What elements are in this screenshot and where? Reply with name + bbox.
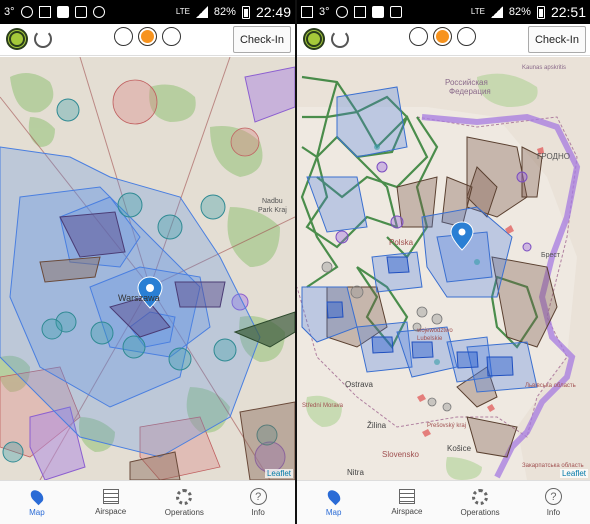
- map-label-grodno: ГРОДНО: [537, 152, 570, 161]
- nav-operations[interactable]: Operations: [148, 481, 222, 524]
- app-toolbar: Check-In: [0, 24, 295, 56]
- map-view[interactable]: Warszawa Nadbu Park Kraj Leaflet: [0, 57, 295, 480]
- map-label-lubelskie: Lubelskie: [417, 336, 443, 342]
- nav-label: Operations: [164, 507, 204, 517]
- mode-option-1[interactable]: [409, 27, 428, 46]
- map-label-lviv: Львівська область: [525, 383, 576, 389]
- nav-map[interactable]: Map: [0, 481, 74, 524]
- nav-operations[interactable]: Operations: [444, 481, 517, 524]
- nav-label: Airspace: [391, 507, 423, 516]
- status-bar: 3° LTE 82% 22:51: [297, 0, 590, 24]
- clock: 22:51: [550, 4, 586, 20]
- app-toolbar: Check-In: [297, 24, 590, 56]
- network-label: LTE: [470, 7, 485, 16]
- mode-option-3[interactable]: [162, 27, 181, 46]
- map-label-nadbu: Nadbu: [262, 198, 283, 205]
- map-label-kosice: Košice: [447, 444, 472, 453]
- map-label-warszawa: Warszawa: [118, 293, 160, 303]
- map-label-wojewodztwo: wojewodztwo: [416, 328, 453, 334]
- phone-icon: [74, 6, 87, 18]
- battery-percent: 82%: [508, 6, 531, 18]
- app-icon: [56, 6, 69, 18]
- temperature-text: 3°: [4, 6, 15, 18]
- nav-label: Info: [251, 508, 265, 517]
- nav-label: Info: [546, 508, 561, 517]
- app-logo-icon[interactable]: [303, 28, 325, 50]
- mode-option-3[interactable]: [457, 27, 476, 46]
- signal-icon: [195, 6, 208, 18]
- map-label-kaunas: Kaunas apskritis: [522, 65, 566, 71]
- map-label-slovensko: Slovensko: [382, 450, 419, 459]
- help-icon: ?: [249, 488, 267, 505]
- check-in-button[interactable]: Check-In: [232, 26, 291, 53]
- notification-icon: [20, 6, 33, 18]
- nav-label: Map: [325, 508, 342, 517]
- app-logo-icon[interactable]: [6, 28, 28, 50]
- nav-info[interactable]: ? Info: [517, 481, 590, 524]
- mode-selector: [409, 27, 476, 46]
- nav-map[interactable]: Map: [297, 481, 370, 524]
- map-label-brest: Брест: [541, 252, 561, 259]
- network-label: LTE: [175, 7, 190, 16]
- map-view[interactable]: Российская Федерация Kaunas apskritis ГР…: [297, 57, 590, 480]
- leaflet-attribution[interactable]: Leaflet: [559, 469, 588, 478]
- nav-airspace[interactable]: Airspace: [370, 481, 443, 524]
- map-label-presovsky: Prešovský kraj: [427, 423, 466, 429]
- mode-option-2[interactable]: [433, 27, 452, 46]
- nav-info[interactable]: ? Info: [221, 481, 295, 524]
- help-icon: ?: [544, 488, 562, 505]
- map-label-zilina: Žilina: [367, 421, 387, 430]
- battery-percent: 82%: [213, 6, 236, 18]
- nav-airspace[interactable]: Airspace: [74, 481, 148, 524]
- mail-icon: [38, 6, 51, 18]
- leaflet-attribution[interactable]: Leaflet: [264, 469, 293, 478]
- mode-selector: [114, 27, 181, 46]
- map-label-ostrava: Ostrava: [345, 380, 374, 389]
- check-in-button[interactable]: Check-In: [527, 26, 586, 53]
- map-pin-icon: [324, 487, 343, 506]
- map-label-polska: Polska: [389, 238, 414, 247]
- notification-icon: [335, 6, 348, 18]
- map-label-federation: Федерация: [449, 87, 491, 96]
- phone-screen-left: 3° LTE 82% 22:49 Check-In Warszawa Nadbu…: [0, 0, 295, 524]
- gear-icon: [176, 488, 193, 505]
- nav-label: Map: [29, 508, 45, 517]
- app-icon: [371, 6, 384, 18]
- phone-screen-right: 3° LTE 82% 22:51 Check-In Российская Фед…: [297, 0, 590, 524]
- refresh-icon[interactable]: [331, 30, 349, 48]
- bottom-navigation: Map Airspace Operations ? Info: [297, 480, 590, 524]
- nav-label: Operations: [460, 507, 500, 517]
- map-pin-icon: [28, 487, 46, 506]
- list-icon: [398, 489, 415, 504]
- gear-icon: [472, 488, 489, 505]
- mode-option-2[interactable]: [138, 27, 157, 46]
- map-canvas[interactable]: Российская Федерация Kaunas apskritis ГР…: [297, 57, 590, 480]
- temperature-text: 3°: [319, 6, 330, 18]
- bottom-navigation: Map Airspace Operations ? Info: [0, 480, 295, 524]
- map-canvas[interactable]: Warszawa Nadbu Park Kraj: [0, 57, 295, 480]
- mute-icon: [92, 6, 105, 18]
- battery-icon: [536, 5, 545, 19]
- gallery-icon: [301, 6, 313, 18]
- phone-icon: [389, 6, 402, 18]
- list-icon: [102, 489, 119, 504]
- mode-option-1[interactable]: [114, 27, 133, 46]
- map-label-park: Park Kraj: [258, 207, 287, 214]
- signal-icon: [490, 6, 503, 18]
- refresh-icon[interactable]: [34, 30, 52, 48]
- map-label-russia: Российская: [445, 78, 488, 87]
- battery-icon: [241, 5, 250, 19]
- clock: 22:49: [255, 4, 291, 20]
- status-bar: 3° LTE 82% 22:49: [0, 0, 295, 24]
- map-label-nitra: Nitra: [347, 468, 364, 477]
- mail-icon: [353, 6, 366, 18]
- map-label-stredni-morava: Střední Morava: [302, 403, 344, 409]
- nav-label: Airspace: [95, 507, 127, 516]
